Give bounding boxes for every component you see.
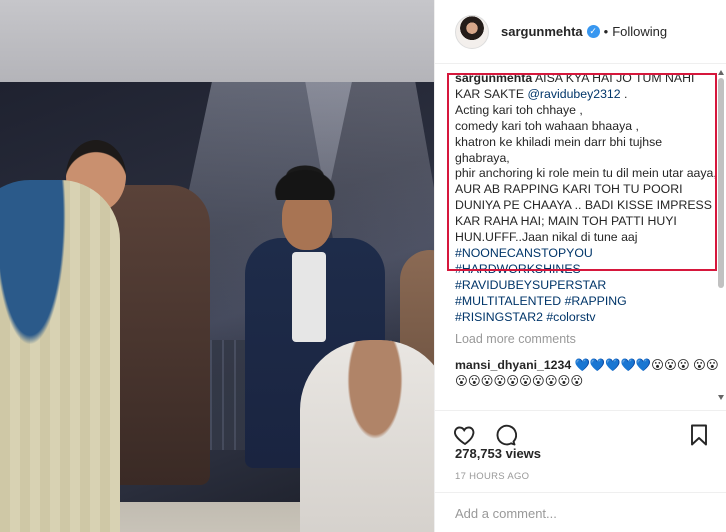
audience-member: [0, 180, 120, 532]
username-link[interactable]: sargunmehta: [501, 24, 583, 39]
caption-line: AUR AB RAPPING KARI TOH TU POORI DUNIYA …: [455, 182, 712, 245]
post-caption: sargunmehta AISA KYA HAI JO TUM NAHI KAR…: [455, 71, 717, 326]
heart-icon[interactable]: [453, 423, 477, 447]
post-header: sargunmehta ✓ • Following: [435, 0, 726, 64]
post-timestamp[interactable]: 17 HOURS AGO: [455, 471, 529, 482]
post-actions: [435, 410, 726, 450]
avatar[interactable]: [455, 14, 489, 49]
hashtag-link[interactable]: #HARDWORKSHINES: [455, 262, 581, 276]
separator: •: [603, 24, 609, 39]
comment-username[interactable]: mansi_dhyani_1234: [455, 358, 571, 372]
scrollbar-thumb[interactable]: [718, 78, 724, 288]
hashtag-link[interactable]: #RAPPING: [565, 294, 627, 308]
caption-text: .: [620, 86, 628, 101]
caption-line: Acting kari toh chhaye ,: [455, 102, 583, 117]
hashtag-link[interactable]: #colorstv: [546, 310, 595, 324]
caption-line: phir anchoring ki role mein tu dil mein …: [455, 166, 717, 181]
performer-shirt: [292, 252, 326, 342]
mention-link[interactable]: @ravidubey2312: [527, 87, 620, 101]
view-count[interactable]: 278,753 views: [455, 446, 541, 461]
hashtag-link[interactable]: #NOONECANSTOPYOU: [455, 246, 593, 260]
following-button[interactable]: Following: [612, 24, 667, 39]
comments-scrollbar[interactable]: [718, 70, 724, 400]
caption-line: khatron ke khiladi mein darr bhi tujhse …: [455, 134, 663, 165]
caption-line: comedy kari toh wahaan bhaaya ,: [455, 118, 639, 133]
comment-icon[interactable]: [493, 423, 517, 447]
comments-list[interactable]: sargunmehta AISA KYA HAI JO TUM NAHI KAR…: [435, 65, 726, 410]
scroll-up-icon[interactable]: [718, 70, 724, 75]
verified-badge-icon: ✓: [586, 25, 600, 38]
scroll-down-icon[interactable]: [718, 395, 724, 400]
photo-wall: [0, 0, 434, 86]
post-sidebar: sargunmehta ✓ • Following sargunmehta AI…: [434, 0, 726, 532]
audience-member: [300, 340, 434, 532]
hashtag-link[interactable]: #RISINGSTAR2: [455, 310, 543, 324]
add-comment-bar: [435, 492, 726, 532]
hashtag-link[interactable]: #MULTITALENTED: [455, 294, 561, 308]
list-item: mansi_dhyani_1234 💙💙💙💙💙😮😮😮 😮😮😮😮😮😮😮😮😮😮😮😮: [455, 357, 726, 389]
post-photo[interactable]: [0, 0, 434, 532]
performer-hat: [262, 160, 348, 200]
load-more-comments-button[interactable]: Load more comments: [455, 332, 726, 346]
comment-input[interactable]: [455, 506, 707, 521]
bookmark-icon[interactable]: [687, 423, 711, 447]
caption-username[interactable]: sargunmehta: [455, 71, 532, 85]
hashtag-link[interactable]: #RAVIDUBEYSUPERSTAR: [455, 278, 606, 292]
